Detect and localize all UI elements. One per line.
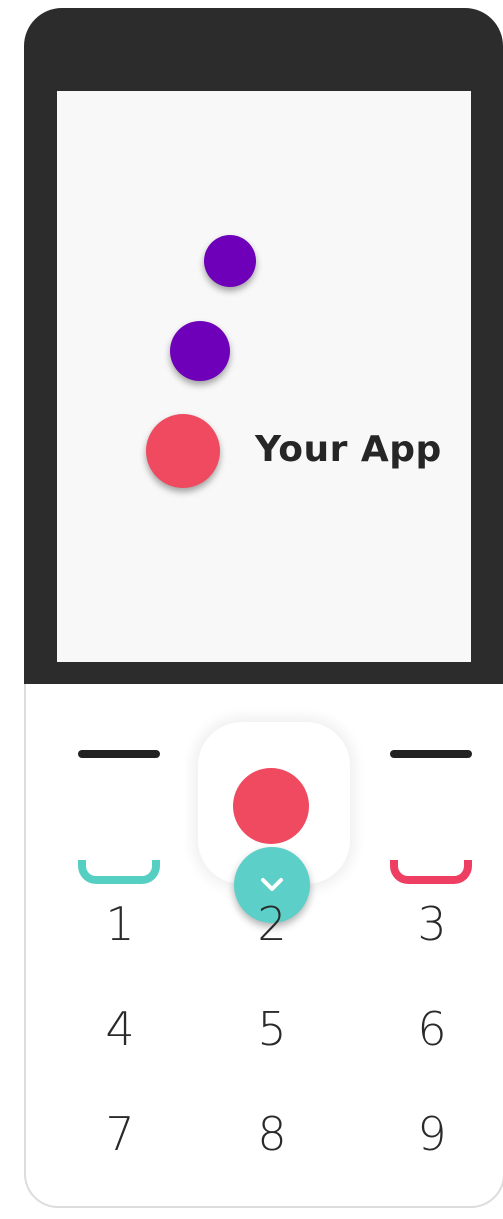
call-button[interactable] [78,860,160,884]
select-button[interactable] [233,768,309,844]
keypad: 1 2 3 4 5 6 7 8 9 [24,684,503,1208]
key-1[interactable]: 1 [80,901,160,947]
key-6[interactable]: 6 [392,1006,472,1052]
key-2[interactable]: 2 [232,901,312,947]
app-label: Your App [255,429,442,470]
left-softkey-button[interactable] [78,750,160,758]
purple-dot-medium [170,321,230,381]
key-5[interactable]: 5 [232,1006,312,1052]
right-softkey-button[interactable] [390,750,472,758]
red-dot [146,414,220,488]
key-9[interactable]: 9 [392,1111,472,1157]
phone-bezel: Your App [24,8,503,684]
purple-dot-small [204,235,256,287]
phone-device: Your App 1 2 3 4 5 6 7 8 9 [24,8,503,1210]
key-4[interactable]: 4 [80,1006,160,1052]
key-8[interactable]: 8 [232,1111,312,1157]
phone-screen: Your App [57,91,471,662]
key-7[interactable]: 7 [80,1111,160,1157]
end-call-button[interactable] [390,860,472,884]
key-3[interactable]: 3 [392,901,472,947]
